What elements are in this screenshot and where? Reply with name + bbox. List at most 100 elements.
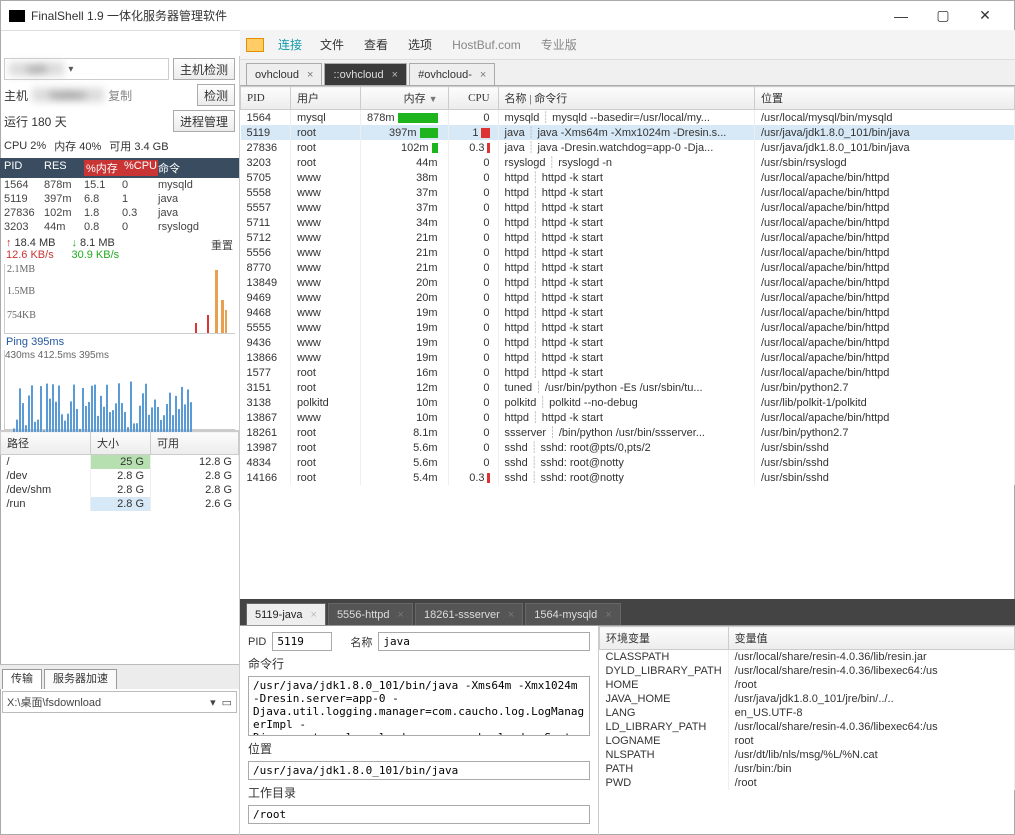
table-row[interactable]: 1577root16m0httpd ┊ httpd -k start/usr/l… xyxy=(241,365,1015,380)
close-icon[interactable]: × xyxy=(605,609,611,621)
host-combo[interactable]: ovh ▾ xyxy=(4,58,169,80)
table-row[interactable]: 13866www19m0httpd ┊ httpd -k start/usr/l… xyxy=(241,350,1015,365)
runtime-label: 运行 180 天 xyxy=(4,113,67,130)
table-row[interactable]: LOGNAMEroot xyxy=(600,734,1015,748)
host-combo-value: ovh xyxy=(9,62,64,76)
table-row[interactable]: 5705www38m0httpd ┊ httpd -k start/usr/lo… xyxy=(241,170,1015,185)
reset-link[interactable]: 重置 xyxy=(211,237,233,253)
cpu-usage: CPU 2% xyxy=(4,140,46,152)
mem-usage: 内存 40% xyxy=(54,138,101,154)
chevron-down-icon[interactable]: ▾ xyxy=(210,696,216,709)
table-row[interactable]: 5555www19m0httpd ┊ httpd -k start/usr/lo… xyxy=(241,320,1015,335)
table-row[interactable]: LD_LIBRARY_PATH/usr/local/share/resin-4.… xyxy=(600,720,1015,734)
table-row[interactable]: 5711www34m0httpd ┊ httpd -k start/usr/lo… xyxy=(241,215,1015,230)
table-row[interactable]: 9468www19m0httpd ┊ httpd -k start/usr/lo… xyxy=(241,305,1015,320)
close-icon[interactable]: × xyxy=(311,609,317,621)
col-header[interactable]: 用户 xyxy=(291,87,361,110)
table-row[interactable]: 27836root102m0.3java ┊ java -Dresin.watc… xyxy=(241,140,1015,155)
table-row[interactable]: 5712www21m0httpd ┊ httpd -k start/usr/lo… xyxy=(241,230,1015,245)
disk-table: 路径大小可用/25 G12.8 G/dev2.8 G2.8 G/dev/shm2… xyxy=(0,430,239,511)
table-row[interactable]: 13987root5.6m0sshd ┊ sshd: root@pts/0,pt… xyxy=(241,440,1015,455)
maximize-button[interactable]: ▢ xyxy=(922,1,964,31)
table-row[interactable]: 18261root8.1m0ssserver ┊ /bin/python /us… xyxy=(241,425,1015,440)
table-row[interactable]: PATH/usr/bin:/bin xyxy=(600,762,1015,776)
table-row[interactable]: NLSPATH/usr/dt/lib/nls/msg/%L/%N.cat xyxy=(600,748,1015,762)
connection-tab[interactable]: ovhcloud× xyxy=(246,63,322,85)
table-row[interactable]: 1564mysql878m0mysqld ┊ mysqld --basedir=… xyxy=(241,110,1015,126)
menu-bar: 连接 文件 查看 选项 HostBuf.com 专业版 xyxy=(240,30,1015,60)
menu-view[interactable]: 查看 xyxy=(356,34,396,55)
menu-options[interactable]: 选项 xyxy=(400,34,440,55)
minimize-button[interactable]: — xyxy=(880,1,922,31)
table-row[interactable]: 14166root5.4m0.3sshd ┊ sshd: root@notty/… xyxy=(241,470,1015,485)
close-icon[interactable]: × xyxy=(392,69,398,81)
workdir-value[interactable] xyxy=(248,805,590,824)
pro-link[interactable]: 专业版 xyxy=(533,34,585,55)
table-row[interactable]: CLASSPATH/usr/local/share/resin-4.0.36/l… xyxy=(600,650,1015,665)
col-header[interactable]: 内存▼ xyxy=(361,87,449,110)
table-row[interactable]: 13849www20m0httpd ┊ httpd -k start/usr/l… xyxy=(241,275,1015,290)
table-row[interactable]: 3151root12m0tuned ┊ /usr/bin/python -Es … xyxy=(241,380,1015,395)
mini-process-table: PIDRES%内存%CPU命令 1564878m15.10mysqld51193… xyxy=(0,158,239,234)
table-row[interactable]: 9469www20m0httpd ┊ httpd -k start/usr/lo… xyxy=(241,290,1015,305)
table-row[interactable]: 3203root44m0rsyslogd ┊ rsyslogd -n/usr/s… xyxy=(241,155,1015,170)
col-header[interactable]: 名称 | 命令行 xyxy=(498,87,754,110)
net-down-total: 8.1 MB xyxy=(71,237,119,249)
table-row[interactable]: DYLD_LIBRARY_PATH/usr/local/share/resin-… xyxy=(600,664,1015,678)
loc-value[interactable] xyxy=(248,761,590,780)
table-row[interactable]: 9436www19m0httpd ┊ httpd -k start/usr/lo… xyxy=(241,335,1015,350)
detail-tab[interactable]: 1564-mysqld× xyxy=(525,603,620,625)
sidebar-bottom: 传输 服务器加速 X:\桌面\fsdownload ▾ ▭ xyxy=(0,664,239,835)
col-env-val[interactable]: 变量值 xyxy=(728,627,1014,650)
close-icon[interactable]: × xyxy=(508,609,514,621)
col-env-key[interactable]: 环境变量 xyxy=(600,627,729,650)
detail-tab[interactable]: 5119-java× xyxy=(246,603,326,625)
folder-icon[interactable] xyxy=(246,38,264,52)
app-icon xyxy=(9,10,25,22)
table-row[interactable]: 5119root397m1java ┊ java -Xms64m -Xmx102… xyxy=(241,125,1015,140)
ping-title: Ping 395ms xyxy=(0,334,239,350)
col-header[interactable]: PID xyxy=(241,87,291,110)
detail-tab[interactable]: 18261-ssserver× xyxy=(415,603,523,625)
table-row[interactable]: LANGen_US.UTF-8 xyxy=(600,706,1015,720)
detect-button[interactable]: 检测 xyxy=(197,84,235,106)
copy-link[interactable]: 复制 xyxy=(108,87,132,104)
col-header[interactable]: CPU xyxy=(448,87,498,110)
close-icon[interactable]: × xyxy=(480,69,486,81)
hostbuf-link[interactable]: HostBuf.com xyxy=(444,36,529,54)
table-row[interactable]: PWD/root xyxy=(600,776,1015,790)
detail-tab[interactable]: 5556-httpd× xyxy=(328,603,413,625)
table-row[interactable]: 13867www10m0httpd ┊ httpd -k start/usr/l… xyxy=(241,410,1015,425)
table-row[interactable]: HOME/root xyxy=(600,678,1015,692)
process-manage-button[interactable]: 进程管理 xyxy=(173,110,235,132)
table-row[interactable]: 8770www21m0httpd ┊ httpd -k start/usr/lo… xyxy=(241,260,1015,275)
pid-value[interactable] xyxy=(272,632,332,651)
close-icon[interactable]: × xyxy=(398,609,404,621)
menu-file[interactable]: 文件 xyxy=(312,34,352,55)
net-down-rate: 30.9 KB/s xyxy=(71,249,119,261)
net-up-rate: 12.6 KB/s xyxy=(6,249,55,261)
cmd-value[interactable] xyxy=(248,676,590,736)
table-row[interactable]: JAVA_HOME/usr/java/jdk1.8.0_101/jre/bin/… xyxy=(600,692,1015,706)
close-icon[interactable]: × xyxy=(307,69,313,81)
name-value[interactable] xyxy=(378,632,590,651)
detail-tabs: 5119-java×5556-httpd×18261-ssserver×1564… xyxy=(240,599,1015,625)
connection-tab[interactable]: ::ovhcloud× xyxy=(324,63,407,85)
path-bar[interactable]: X:\桌面\fsdownload ▾ ▭ xyxy=(2,691,237,713)
tab-accelerate[interactable]: 服务器加速 xyxy=(44,669,117,689)
host-detect-button[interactable]: 主机检测 xyxy=(173,58,235,80)
table-row[interactable]: 5558www37m0httpd ┊ httpd -k start/usr/lo… xyxy=(241,185,1015,200)
table-row[interactable]: 5557www37m0httpd ┊ httpd -k start/usr/lo… xyxy=(241,200,1015,215)
table-row[interactable]: 3138polkitd10m0polkitd ┊ polkitd --no-de… xyxy=(241,395,1015,410)
mem-free: 可用 3.4 GB xyxy=(109,138,168,154)
process-table[interactable]: PID用户内存▼CPU名称 | 命令行位置 1564mysql878m0mysq… xyxy=(240,86,1015,599)
tab-transfer[interactable]: 传输 xyxy=(2,669,42,689)
open-folder-icon[interactable]: ▭ xyxy=(222,696,232,709)
env-table[interactable]: 环境变量 变量值 CLASSPATH/usr/local/share/resin… xyxy=(598,626,1015,835)
table-row[interactable]: 5556www21m0httpd ┊ httpd -k start/usr/lo… xyxy=(241,245,1015,260)
menu-connect[interactable]: 连接 xyxy=(272,34,308,55)
close-button[interactable]: ✕ xyxy=(964,1,1006,31)
connection-tab[interactable]: #ovhcloud- × xyxy=(409,63,495,85)
table-row[interactable]: 4834root5.6m0sshd ┊ sshd: root@notty/usr… xyxy=(241,455,1015,470)
col-header[interactable]: 位置 xyxy=(755,87,1015,110)
